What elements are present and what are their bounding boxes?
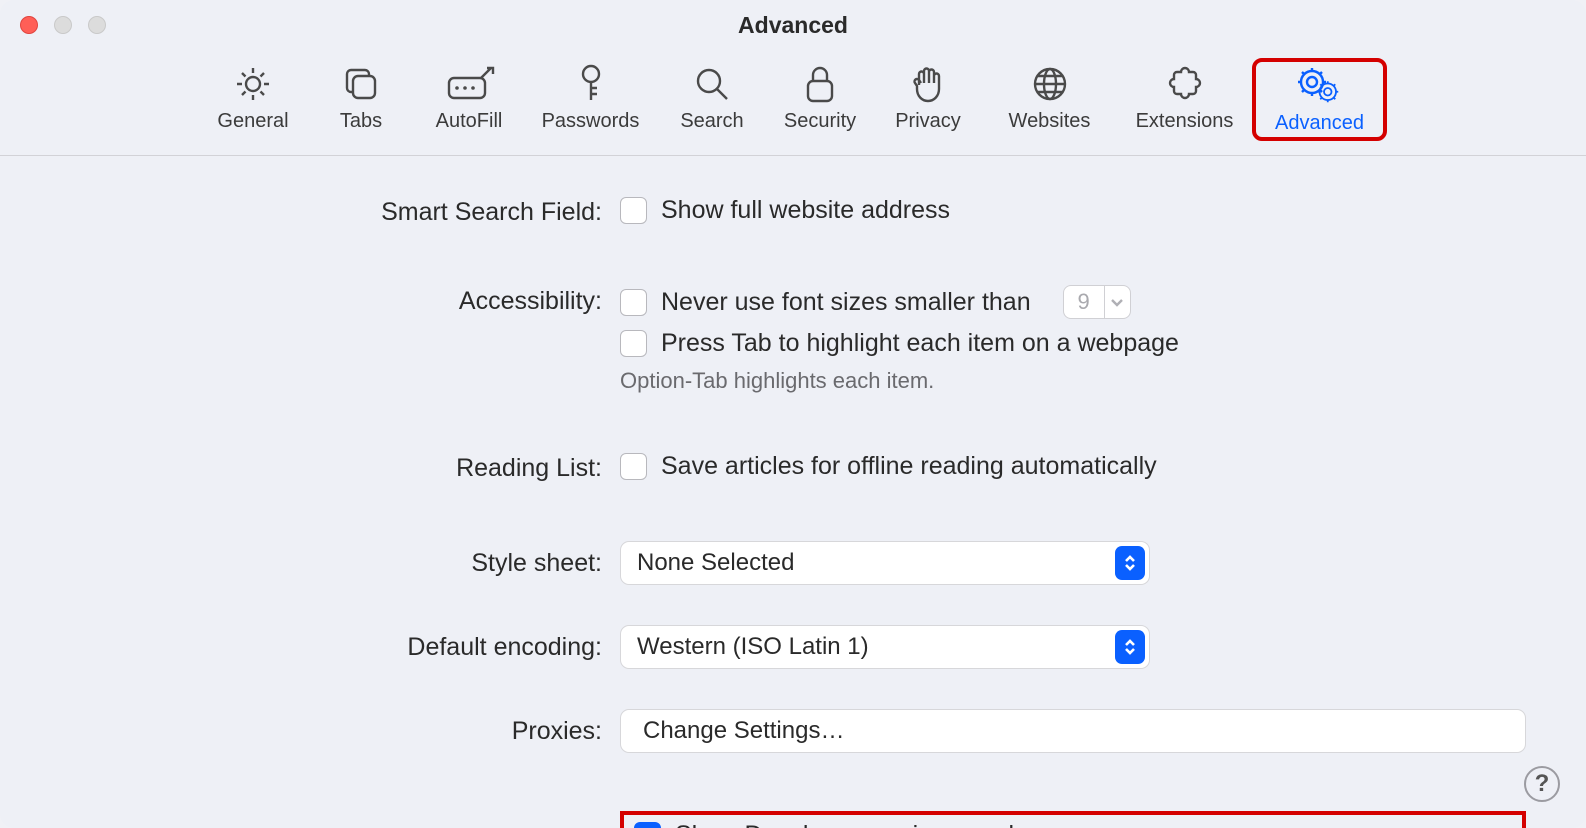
min-font-label: Never use font sizes smaller than (661, 288, 1031, 317)
tab-label: Advanced (1275, 112, 1364, 135)
autofill-icon (443, 62, 495, 106)
min-font-stepper[interactable] (1063, 285, 1131, 319)
select-arrows-icon (1115, 546, 1145, 580)
default-encoding-select[interactable]: Western (ISO Latin 1) (620, 625, 1150, 669)
chevron-down-icon[interactable] (1104, 286, 1130, 318)
show-full-address-checkbox[interactable] (620, 197, 647, 224)
style-sheet-label: Style sheet: (60, 541, 620, 578)
tab-label: Search (680, 110, 743, 133)
default-encoding-label: Default encoding: (60, 625, 620, 662)
tab-search[interactable]: Search (658, 58, 766, 141)
help-button[interactable]: ? (1524, 766, 1560, 802)
style-sheet-value: None Selected (637, 549, 794, 577)
develop-menu-highlight: Show Develop menu in menu bar (620, 811, 1526, 828)
window-controls (20, 16, 106, 34)
show-full-address-label: Show full website address (661, 196, 950, 225)
globe-icon (1030, 62, 1070, 106)
tab-advanced[interactable]: Advanced (1252, 58, 1387, 141)
tab-tabs[interactable]: Tabs (307, 58, 415, 141)
gear-icon (233, 62, 273, 106)
change-settings-label: Change Settings… (643, 717, 844, 745)
style-sheet-select[interactable]: None Selected (620, 541, 1150, 585)
change-settings-button[interactable]: Change Settings… (620, 709, 1526, 753)
zoom-window-button[interactable] (88, 16, 106, 34)
tab-autofill[interactable]: AutoFill (415, 58, 523, 141)
tab-label: Privacy (895, 110, 961, 133)
accessibility-label: Accessibility: (60, 285, 620, 316)
proxies-label: Proxies: (60, 709, 620, 746)
min-font-checkbox[interactable] (620, 289, 647, 316)
search-icon (692, 62, 732, 106)
tab-privacy[interactable]: Privacy (874, 58, 982, 141)
help-label: ? (1535, 770, 1550, 798)
lock-icon (803, 62, 837, 106)
tab-label: AutoFill (436, 110, 503, 133)
window-title: Advanced (0, 12, 1586, 39)
close-window-button[interactable] (20, 16, 38, 34)
advanced-pane: Smart Search Field: Show full website ad… (0, 156, 1586, 828)
tab-label: Tabs (340, 110, 382, 133)
gears-icon (1295, 64, 1345, 108)
press-tab-label: Press Tab to highlight each item on a we… (661, 329, 1179, 358)
key-icon (577, 62, 605, 106)
press-tab-checkbox[interactable] (620, 330, 647, 357)
puzzle-icon (1164, 62, 1206, 106)
tab-passwords[interactable]: Passwords (523, 58, 658, 141)
tab-security[interactable]: Security (766, 58, 874, 141)
tab-label: Security (784, 110, 856, 133)
minimize-window-button[interactable] (54, 16, 72, 34)
tab-general[interactable]: General (199, 58, 307, 141)
default-encoding-value: Western (ISO Latin 1) (637, 633, 869, 661)
tab-extensions[interactable]: Extensions (1117, 58, 1252, 141)
preferences-toolbar: General Tabs AutoFill Passwords Search (0, 44, 1586, 155)
tab-label: Websites (1009, 110, 1091, 133)
preferences-window: Advanced General Tabs AutoFill Passwords (0, 0, 1586, 828)
hand-icon (910, 62, 946, 106)
show-develop-checkbox[interactable] (634, 822, 661, 828)
show-develop-label: Show Develop menu in menu bar (675, 821, 1045, 828)
tab-label: Passwords (542, 110, 640, 133)
tab-label: General (217, 110, 288, 133)
save-offline-checkbox[interactable] (620, 453, 647, 480)
reading-list-label: Reading List: (60, 452, 620, 483)
titlebar: Advanced (0, 0, 1586, 44)
option-tab-hint: Option-Tab highlights each item. (620, 368, 1526, 394)
tab-websites[interactable]: Websites (982, 58, 1117, 141)
min-font-value[interactable] (1064, 286, 1104, 318)
smart-search-label: Smart Search Field: (60, 196, 620, 227)
select-arrows-icon (1115, 630, 1145, 664)
tab-label: Extensions (1136, 110, 1234, 133)
save-offline-label: Save articles for offline reading automa… (661, 452, 1157, 481)
tabs-icon (341, 62, 381, 106)
